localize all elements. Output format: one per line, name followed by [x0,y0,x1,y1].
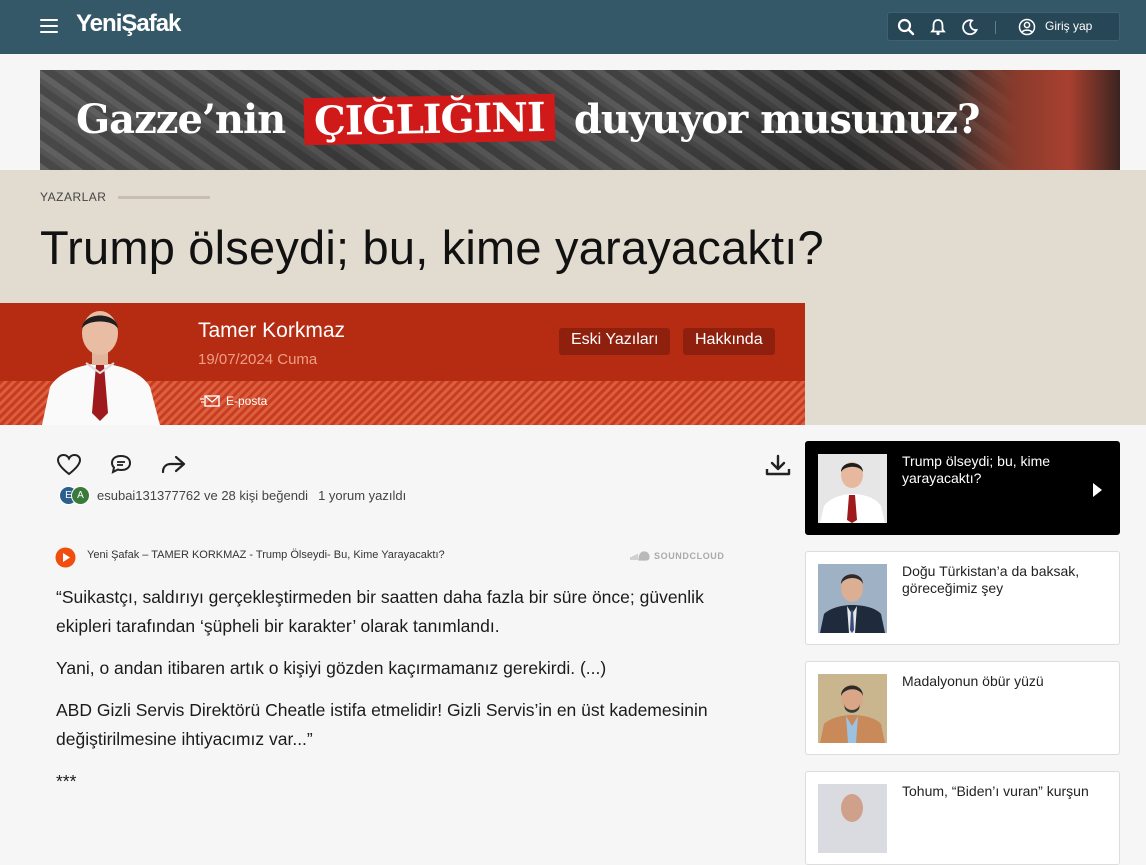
page-title: Trump ölseydi; bu, kime yarayacaktı? [40,221,824,274]
author-photo[interactable] [42,303,160,425]
about-button[interactable]: Hakkında [683,328,775,355]
bell-icon[interactable] [929,18,947,36]
header-toolbox: Giriş yap [887,12,1120,41]
soundcloud-label: SOUNDCLOUD [654,551,725,561]
sidebar-item-title: Tohum, “Biden’ı vuran” kurşun [902,783,1089,799]
article-paragraph: ABD Gizli Servis Direktörü Cheatle istif… [56,700,708,749]
sidebar-item-title: Madalyonun öbür yüzü [902,673,1044,689]
sidebar-item-title: Trump ölseydi; bu, kime yarayacaktı? [902,453,1051,486]
article-date: 19/07/2024 Cuma [198,351,318,368]
menu-icon[interactable] [40,19,58,33]
banner-headline: Gazze’nin ÇIĞLIĞINI duyuyor musunuz? [76,93,981,146]
comment-icon[interactable] [109,453,135,477]
soundcloud-icon [630,551,650,561]
sidebar-item-tohum[interactable]: Tohum, “Biden’ı vuran” kurşun [805,771,1120,865]
login-link[interactable]: Giriş yap [1045,19,1092,33]
search-icon[interactable] [897,18,915,36]
gaza-banner[interactable]: Gazze’nin ÇIĞLIĞINI duyuyor musunuz? [40,70,1120,170]
site-logo[interactable]: YeniŞafak [76,10,181,38]
article-paragraph: “Suikastçı, saldırıyı gerçekleştirmeden … [56,587,704,636]
sidebar-thumb [818,454,887,523]
author-email-link[interactable]: E-posta [200,394,267,408]
user-icon[interactable] [1018,18,1036,36]
banner-text-before: Gazze’nin [76,96,286,143]
player-track-title[interactable]: Yeni Şafak – TAMER KORKMAZ - Trump Ölsey… [87,549,445,561]
article-paragraph: *** [56,771,77,791]
banner-text-after: duyuyor musunuz? [573,96,981,143]
soundcloud-logo[interactable]: SOUNDCLOUD [630,551,725,561]
play-arrow-icon [1093,483,1102,497]
sidebar-item-madalyon[interactable]: Madalyonun öbür yüzü [805,661,1120,755]
toolbox-divider [995,21,996,34]
likes-text[interactable]: esubai131377762 ve 28 kişi beğendi [97,488,308,503]
sidebar-thumb [818,674,887,743]
liker-avatar: A [71,486,90,505]
heart-icon[interactable] [56,453,82,477]
sidebar-item-current[interactable]: Trump ölseydi; bu, kime yarayacaktı? [805,441,1120,535]
article-paragraph: Yani, o andan itibaren artık o kişiyi gö… [56,658,607,678]
author-name[interactable]: Tamer Korkmaz [198,319,345,343]
section-underline [118,196,210,199]
envelope-icon [200,395,220,407]
likes-summary[interactable]: E A esubai131377762 ve 28 kişi beğendi 1… [59,486,406,505]
article-body: “Suikastçı, saldırıyı gerçekleştirmeden … [56,583,716,809]
comments-count[interactable]: 1 yorum yazıldı [318,488,406,503]
play-icon[interactable] [55,547,76,568]
soundcloud-player: Yeni Şafak – TAMER KORKMAZ - Trump Ölsey… [55,547,728,568]
section-label[interactable]: YAZARLAR [40,190,106,204]
sidebar-thumb [818,564,887,633]
top-navbar: YeniŞafak Giriş yap [0,0,1146,54]
dark-mode-icon[interactable] [961,18,979,36]
old-posts-button[interactable]: Eski Yazıları [559,328,671,355]
email-label: E-posta [226,394,268,408]
sidebar-thumb [818,784,887,853]
banner-text-highlight: ÇIĞLIĞINI [303,93,556,146]
sidebar-item-dogu-turkistan[interactable]: Doğu Türkistan’a da baksak, göreceğimiz … [805,551,1120,645]
share-icon[interactable] [160,454,188,476]
download-icon[interactable] [764,454,792,478]
sidebar-item-title: Doğu Türkistan’a da baksak, göreceğimiz … [902,563,1080,596]
